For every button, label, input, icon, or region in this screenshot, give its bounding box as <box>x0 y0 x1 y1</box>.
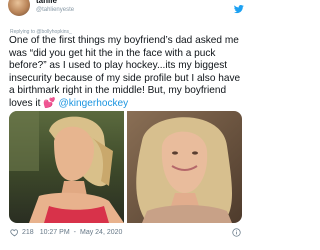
user-handle[interactable]: @tahlienyeste <box>36 7 242 13</box>
photo-left[interactable] <box>9 111 124 223</box>
tweet-meta: 218 10:27 PM - May 24, 2020 <box>10 228 122 237</box>
photo-right-image <box>127 111 242 223</box>
author-names: tahlie @tahlienyeste <box>36 0 242 13</box>
tweet-text: One of the first things my boyfriend’s d… <box>9 35 245 111</box>
mention-link[interactable]: @kingerhockey <box>59 98 129 109</box>
photo-right[interactable] <box>127 111 242 223</box>
display-name[interactable]: tahlie <box>36 0 242 5</box>
meta-separator: - <box>73 229 76 236</box>
two-hearts-emoji: 💕 <box>43 97 56 109</box>
info-icon[interactable] <box>232 228 241 237</box>
tweet-time[interactable]: 10:27 PM <box>40 229 70 236</box>
tweet-header: tahlie @tahlienyeste <box>8 0 242 16</box>
like-count[interactable]: 218 <box>22 229 34 236</box>
photo-left-image <box>9 111 124 223</box>
twitter-bird-icon[interactable] <box>234 4 244 14</box>
avatar[interactable] <box>8 0 30 16</box>
tweet-media <box>9 111 242 223</box>
tweet-date[interactable]: May 24, 2020 <box>80 229 122 236</box>
heart-icon[interactable] <box>10 228 19 237</box>
tweet-card: tahlie @tahlienyeste Replying to @bollyh… <box>0 0 250 250</box>
